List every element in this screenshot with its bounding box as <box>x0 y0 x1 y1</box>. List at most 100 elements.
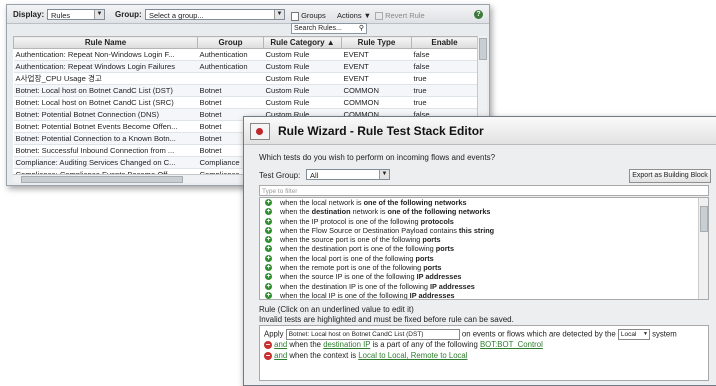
add-test-icon[interactable]: + <box>265 236 272 244</box>
table-row[interactable]: Authentication: Repeat Non-Windows Login… <box>13 48 478 61</box>
test-text: when the destination port is one of the … <box>280 244 436 254</box>
test-keyword: IP addresses <box>416 272 462 282</box>
remove-test-icon[interactable]: − <box>264 351 272 360</box>
column-header-rule-category[interactable]: Rule Category ▲ <box>263 36 342 49</box>
rule-name-input[interactable]: Botnet: Local host on Botnet CandC List … <box>285 329 460 340</box>
add-test-icon[interactable]: + <box>265 254 272 262</box>
search-rules-placeholder: Search Rules... <box>294 25 342 32</box>
rule-type-cell: COMMON <box>341 96 412 109</box>
group-cell <box>197 72 264 85</box>
display-select[interactable]: Rules ▼ <box>47 9 105 20</box>
test-keyword: ports <box>422 235 441 245</box>
actions-button[interactable]: Actions ▼ <box>337 11 371 20</box>
test-filter-input[interactable]: Type to filter <box>259 185 709 196</box>
wizard-header: Rule Wizard - Rule Test Stack Editor <box>244 117 716 145</box>
context-link[interactable]: Local to Local, Remote to Local <box>358 351 467 360</box>
rule-note: Invalid tests are highlighted and must b… <box>259 315 514 324</box>
test-list-item[interactable]: + when the destination port is one of the… <box>260 244 708 253</box>
test-text: when the <box>280 207 312 217</box>
test-list-item[interactable]: + when the IP protocol is one of the foll… <box>260 217 708 226</box>
test-list-item[interactable]: + when the destination network is one of … <box>260 207 708 216</box>
add-test-icon[interactable]: + <box>265 273 272 281</box>
wizard-body: Which tests do you wish to perform on in… <box>244 145 716 385</box>
rule-name-cell: Botnet: Potential Botnet Events Become O… <box>13 120 198 133</box>
table-header-row: Rule Name Group Rule Category ▲ Rule Typ… <box>13 36 478 49</box>
bot-control-link[interactable]: BOT:BOT_Control <box>480 340 543 349</box>
groups-button[interactable]: Groups <box>291 11 326 21</box>
rule-line-apply: Apply Botnet: Local host on Botnet CandC… <box>264 329 677 340</box>
apply-label: Apply <box>264 329 284 339</box>
column-header-enable[interactable]: Enable <box>411 36 478 49</box>
revert-rule-button[interactable]: Revert Rule <box>375 11 425 21</box>
rule-category-cell: Custom Rule <box>263 48 342 61</box>
remove-test-icon[interactable]: − <box>264 340 272 349</box>
revert-rule-label: Revert Rule <box>385 11 425 20</box>
enable-cell: false <box>411 60 478 73</box>
add-test-icon[interactable]: + <box>265 291 272 299</box>
destination-ip-link[interactable]: destination IP <box>323 340 370 349</box>
rule-category-cell: Custom Rule <box>263 84 342 97</box>
test-list-item[interactable]: + when the local port is one of the follo… <box>260 254 708 263</box>
add-test-icon[interactable]: + <box>265 199 272 206</box>
test-list-item[interactable]: + when the source port is one of the foll… <box>260 235 708 244</box>
add-test-icon[interactable]: + <box>265 282 272 290</box>
add-test-icon[interactable]: + <box>265 264 272 272</box>
table-row[interactable]: Botnet: Local host on Botnet CandC List … <box>13 84 478 97</box>
chevron-down-icon: ▼ <box>94 10 104 19</box>
system-label: system <box>652 329 677 339</box>
test-text: when the source IP is one of the followi… <box>280 272 417 282</box>
chevron-down-icon: ▼ <box>642 331 648 337</box>
test-text: when the source port is one of the follo… <box>280 235 423 245</box>
test-group-label: Test Group: <box>259 171 301 180</box>
display-label: Display: <box>13 10 45 19</box>
column-header-rule-name[interactable]: Rule Name <box>13 36 198 49</box>
group-cell: Botnet <box>197 84 264 97</box>
test-text: when the Flow Source or Destination Payl… <box>280 225 459 235</box>
rule-name-cell: Authentication: Repeat Non-Windows Login… <box>13 48 198 61</box>
test-text: when the destination IP is one of the fo… <box>280 281 430 291</box>
test-list-item[interactable]: + when the Flow Source or Destination Pay… <box>260 226 708 235</box>
scrollbar-thumb[interactable] <box>479 38 487 60</box>
add-test-icon[interactable]: + <box>265 226 272 234</box>
test-list-item[interactable]: + when the remote port is one of the foll… <box>260 263 708 272</box>
test-list-item[interactable]: + when the local network is one of the fo… <box>260 198 708 207</box>
rule-category-cell: Custom Rule <box>263 60 342 73</box>
add-test-icon[interactable]: + <box>265 208 272 216</box>
export-building-block-button[interactable]: Export as Building Block <box>629 169 711 183</box>
rule-type-cell: COMMON <box>341 84 412 97</box>
test-keyword: one of the following networks <box>387 207 491 217</box>
test-text: network is <box>350 207 388 217</box>
wizard-title: Rule Wizard - Rule Test Stack Editor <box>278 124 484 138</box>
rule-category-cell: Custom Rule <box>263 96 342 109</box>
enable-cell: true <box>411 96 478 109</box>
add-test-icon[interactable]: + <box>265 217 272 225</box>
column-header-rule-type[interactable]: Rule Type <box>341 36 412 49</box>
test-text: when the local port is one of the follow… <box>280 253 416 263</box>
rule-heading: Rule (Click on an underlined value to ed… <box>259 305 414 314</box>
rule-text: when the context is <box>289 351 357 360</box>
tests-list-scrollbar[interactable] <box>698 198 708 299</box>
and-link[interactable]: and <box>274 351 287 360</box>
group-select[interactable]: Select a group... ▼ <box>145 9 285 20</box>
add-test-icon[interactable]: + <box>265 245 272 253</box>
scrollbar-thumb[interactable] <box>21 176 183 183</box>
test-text: when the remote port is one of the follo… <box>280 263 424 273</box>
scope-select[interactable]: Local ▼ <box>617 329 650 340</box>
rule-wizard-window: Rule Wizard - Rule Test Stack Editor Whi… <box>243 116 716 386</box>
and-link[interactable]: and <box>274 340 287 349</box>
test-list-item[interactable]: + when the local IP is one of the followi… <box>260 291 708 299</box>
test-list-item[interactable]: + when the destination IP is one of the f… <box>260 282 708 291</box>
test-group-select[interactable]: All ▼ <box>306 169 390 180</box>
column-header-group[interactable]: Group <box>197 36 264 49</box>
enable-cell: true <box>411 72 478 85</box>
table-row[interactable]: Authentication: Repeat Windows Login Fai… <box>13 60 478 73</box>
rule-name-cell: Botnet: Potential Connection to a Known … <box>13 132 198 145</box>
help-icon[interactable]: ? <box>474 10 483 19</box>
chevron-down-icon: ▼ <box>274 10 284 19</box>
search-rules-input[interactable]: Search Rules... ⚲ <box>291 23 367 34</box>
table-row[interactable]: A사업장_CPU Usage 경고 Custom Rule EVENT true <box>13 72 478 85</box>
test-keyword: ports <box>415 253 434 263</box>
scrollbar-thumb[interactable] <box>700 206 708 232</box>
table-row[interactable]: Botnet: Local host on Botnet CandC List … <box>13 96 478 109</box>
test-list-item[interactable]: + when the source IP is one of the follow… <box>260 272 708 281</box>
